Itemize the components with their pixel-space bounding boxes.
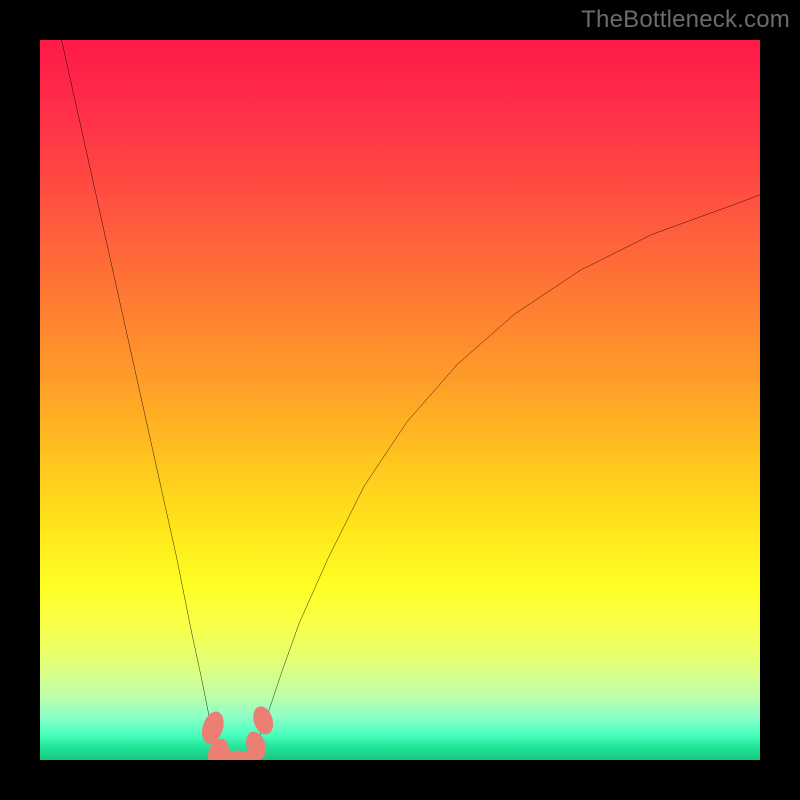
- watermark-text: TheBottleneck.com: [581, 6, 790, 34]
- chart-frame: TheBottleneck.com: [0, 0, 800, 800]
- marker-layer: [40, 40, 760, 760]
- plot-area: [40, 40, 760, 760]
